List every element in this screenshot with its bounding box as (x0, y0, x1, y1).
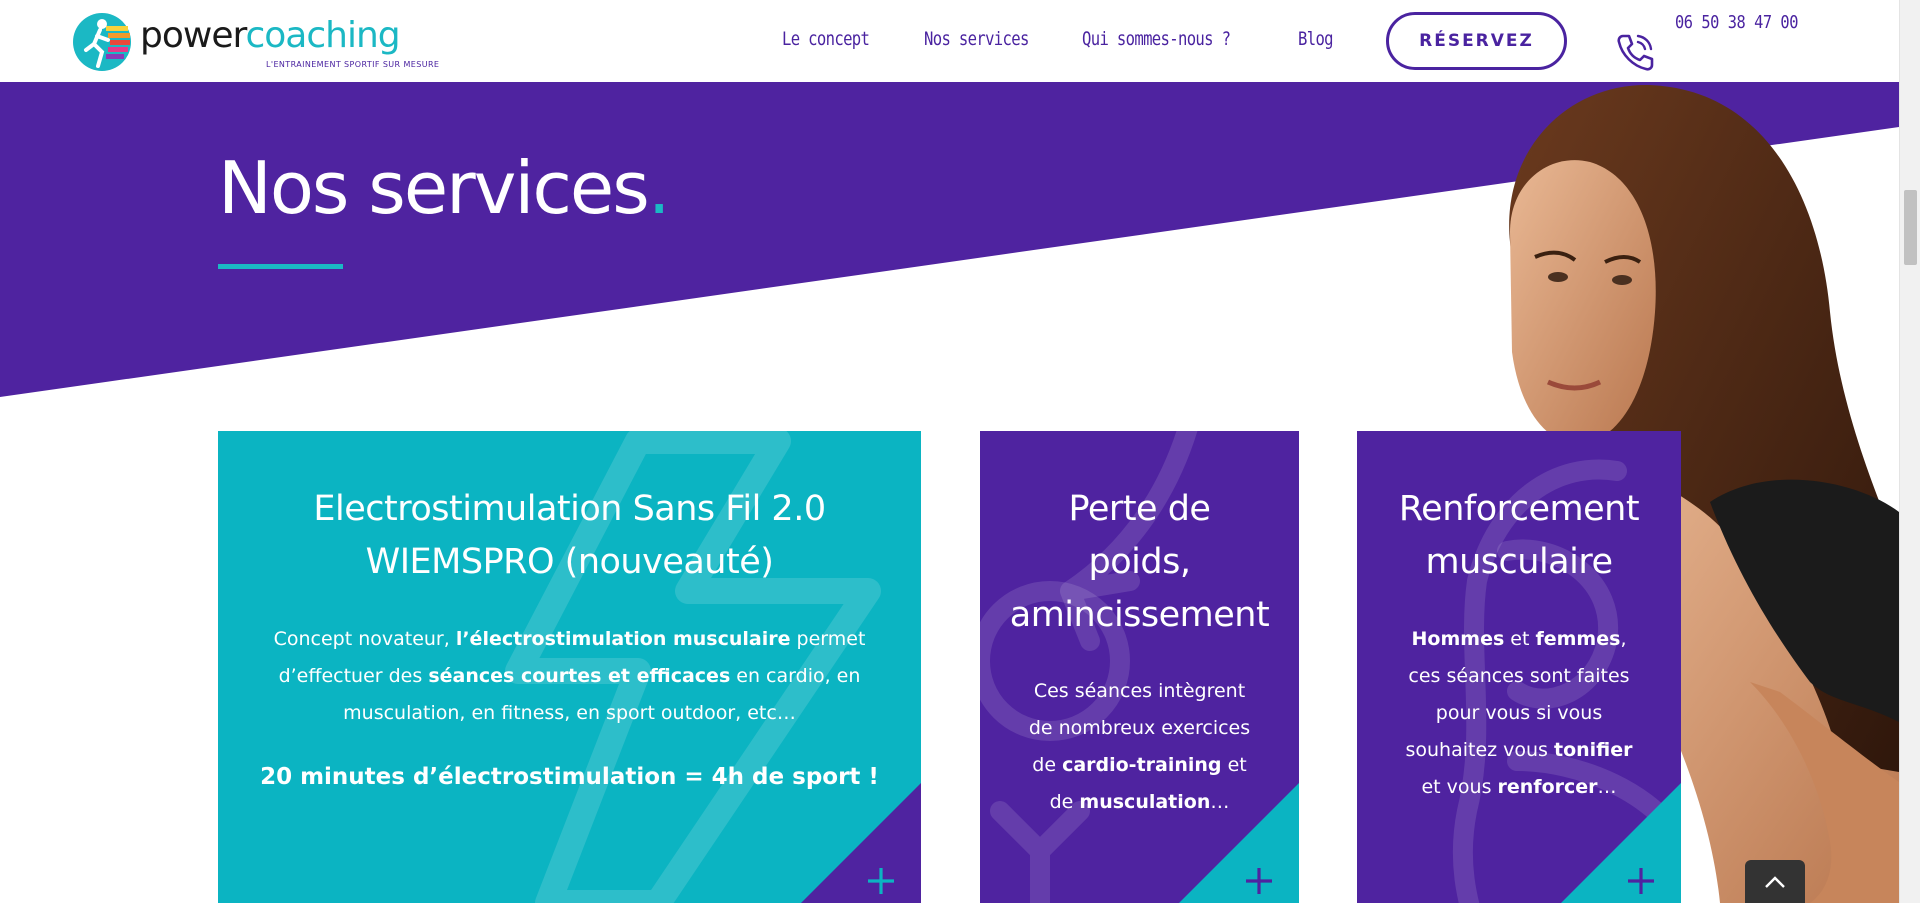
plus-icon[interactable] (865, 865, 897, 897)
title-underline (218, 264, 343, 269)
nav-qui-sommes-nous[interactable]: Qui sommes-nous ? (1082, 28, 1231, 50)
chevron-up-icon (1765, 875, 1785, 888)
title-dot: . (647, 146, 671, 230)
service-card-renforcement[interactable]: Renforcement musculaire Hommes et femmes,… (1357, 431, 1681, 903)
card-corner (801, 783, 921, 903)
site-header: powercoaching L'ENTRAINEMENT SPORTIF SUR… (0, 0, 1899, 82)
page-title: Nos services. (218, 146, 671, 230)
scrollbar-thumb[interactable] (1904, 190, 1917, 265)
card-corner (1561, 783, 1681, 903)
service-card-electrostimulation[interactable]: Electrostimulation Sans Fil 2.0 WIEMSPRO … (218, 431, 921, 903)
card-description: Hommes et femmes, ces séances sont faite… (1405, 628, 1633, 798)
card-corner (1179, 783, 1299, 903)
card-title: Perte de poids, amincissement (1009, 489, 1270, 635)
phone-number[interactable]: 06 50 38 47 00 (1675, 12, 1798, 33)
card-title: Electrostimulation Sans Fil 2.0 WIEMSPRO … (313, 489, 826, 582)
plus-icon[interactable] (1243, 865, 1275, 897)
nav-nos-services[interactable]: Nos services (924, 28, 1029, 50)
logo-runner-icon (73, 13, 131, 71)
card-description: Concept novateur, l’électrostimulation m… (273, 628, 866, 724)
page-scrollbar[interactable] (1899, 0, 1920, 903)
logo-tagline: L'ENTRAINEMENT SPORTIF SUR MESURE (266, 60, 440, 69)
logo-wordmark: powercoaching (140, 15, 401, 56)
card-title: Renforcement musculaire (1398, 489, 1640, 582)
phone-icon[interactable] (1613, 30, 1657, 74)
site-logo[interactable]: powercoaching L'ENTRAINEMENT SPORTIF SUR… (72, 12, 452, 74)
scroll-to-top-button[interactable] (1745, 860, 1805, 903)
nav-blog[interactable]: Blog (1298, 28, 1334, 50)
plus-icon[interactable] (1625, 865, 1657, 897)
nav-le-concept[interactable]: Le concept (782, 28, 870, 50)
service-card-perte-de-poids[interactable]: Perte de poids, amincissement Ces séances … (980, 431, 1299, 903)
reserve-button[interactable]: RÉSERVEZ (1386, 12, 1567, 70)
